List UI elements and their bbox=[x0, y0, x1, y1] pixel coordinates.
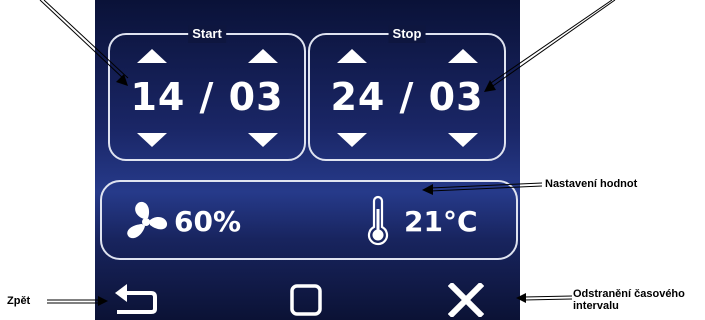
stop-title: Stop bbox=[388, 25, 426, 43]
close-icon[interactable] bbox=[448, 283, 484, 317]
stop-month-up-arrow-icon[interactable] bbox=[448, 49, 478, 63]
thermometer-icon bbox=[367, 195, 389, 246]
stop-month-down-arrow-icon[interactable] bbox=[448, 133, 478, 147]
stop-date-value: 24 / 03 bbox=[330, 75, 484, 119]
back-arrow-icon[interactable] bbox=[113, 283, 161, 315]
stop-day-up-arrow-icon[interactable] bbox=[337, 49, 367, 63]
start-day-down-arrow-icon[interactable] bbox=[137, 133, 167, 147]
start-month-down-arrow-icon[interactable] bbox=[248, 133, 278, 147]
stop-date-panel: Stop 24 / 03 bbox=[308, 25, 506, 161]
start-title: Start bbox=[188, 25, 226, 43]
fan-icon bbox=[127, 201, 168, 239]
fan-speed-value: 60% bbox=[174, 205, 242, 238]
annotation-values-setting: Nastavení hodnot bbox=[545, 178, 638, 190]
start-date-value: 14 / 03 bbox=[130, 75, 284, 119]
start-month-up-arrow-icon[interactable] bbox=[248, 49, 278, 63]
temperature-value: 21°C bbox=[404, 205, 478, 238]
start-day-up-arrow-icon[interactable] bbox=[137, 49, 167, 63]
annotation-remove-interval: Odstranění časového intervalu bbox=[573, 288, 685, 312]
annotation-back: Zpět bbox=[7, 295, 31, 307]
values-panel[interactable]: 60% 21°C bbox=[100, 180, 518, 260]
stop-day-down-arrow-icon[interactable] bbox=[337, 133, 367, 147]
square-icon[interactable] bbox=[289, 283, 323, 317]
start-date-panel: Start 14 / 03 bbox=[108, 25, 306, 161]
